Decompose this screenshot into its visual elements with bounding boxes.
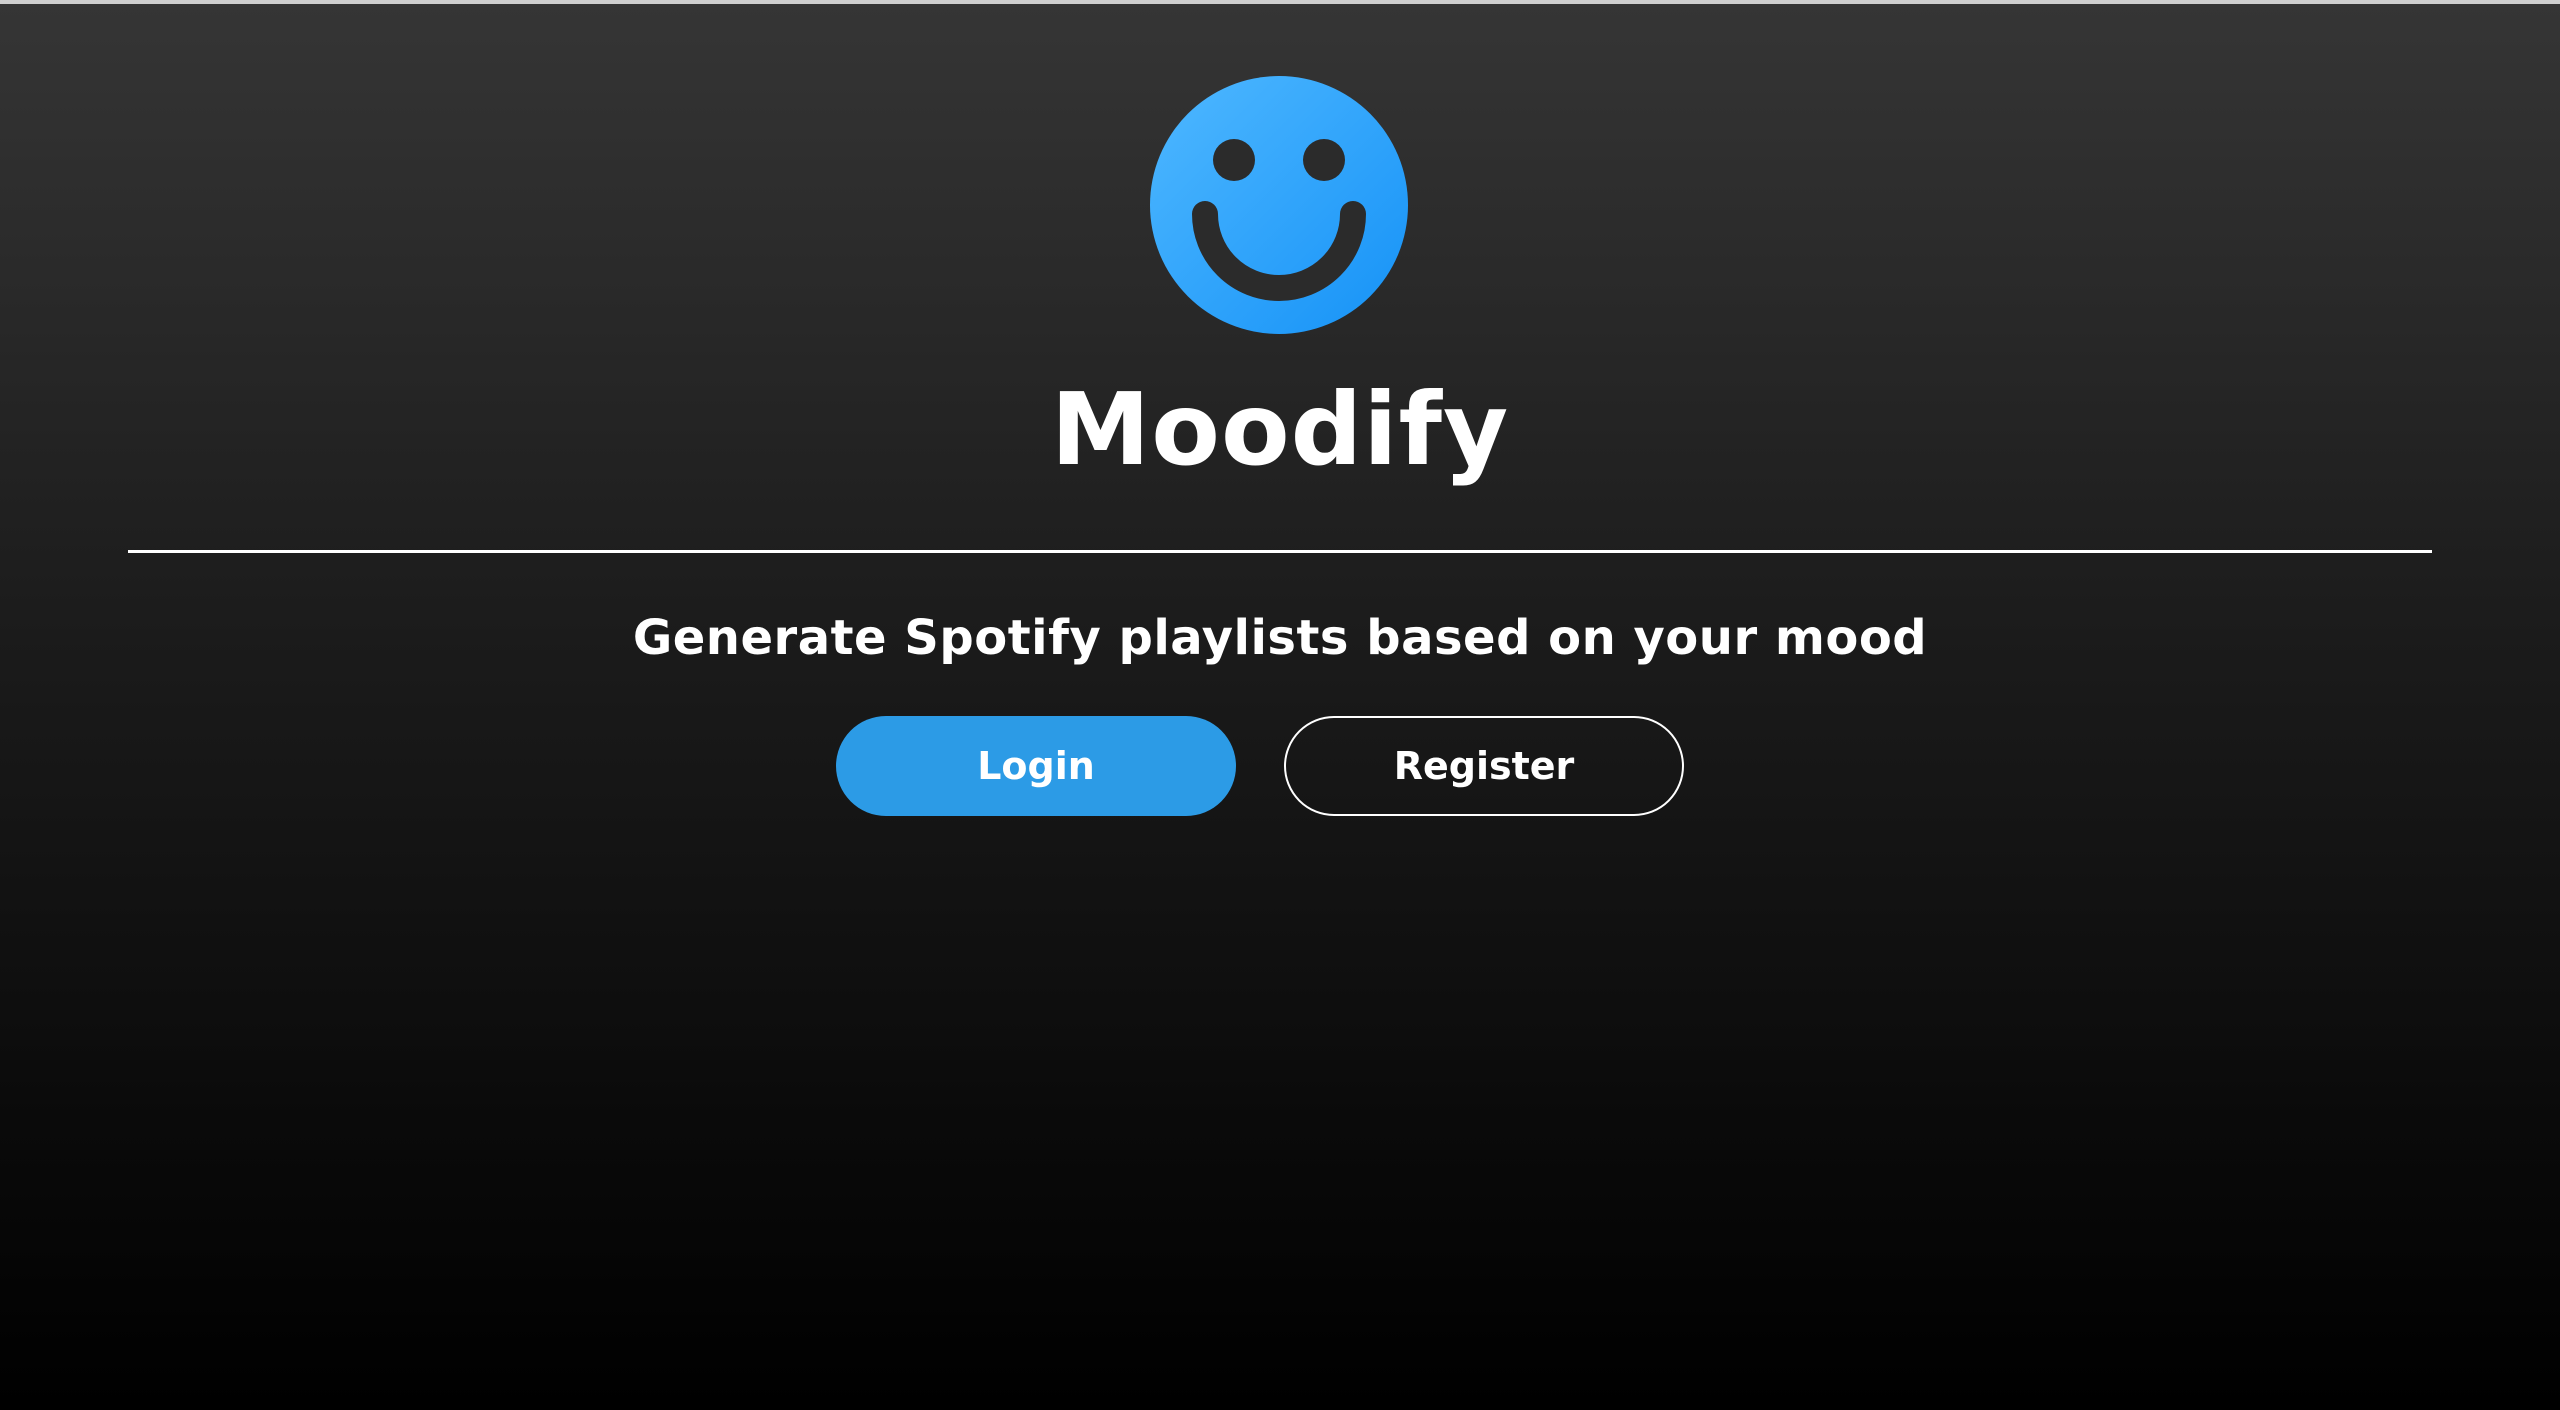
landing-page: Moodify Generate Spotify playlists based… xyxy=(0,0,2560,1410)
app-title: Moodify xyxy=(1050,371,1510,488)
register-button[interactable]: Register xyxy=(1284,716,1684,816)
login-button[interactable]: Login xyxy=(836,716,1236,816)
divider xyxy=(128,550,2432,553)
tagline: Generate Spotify playlists based on your… xyxy=(632,610,1928,666)
smiley-face-icon xyxy=(1150,76,1408,334)
